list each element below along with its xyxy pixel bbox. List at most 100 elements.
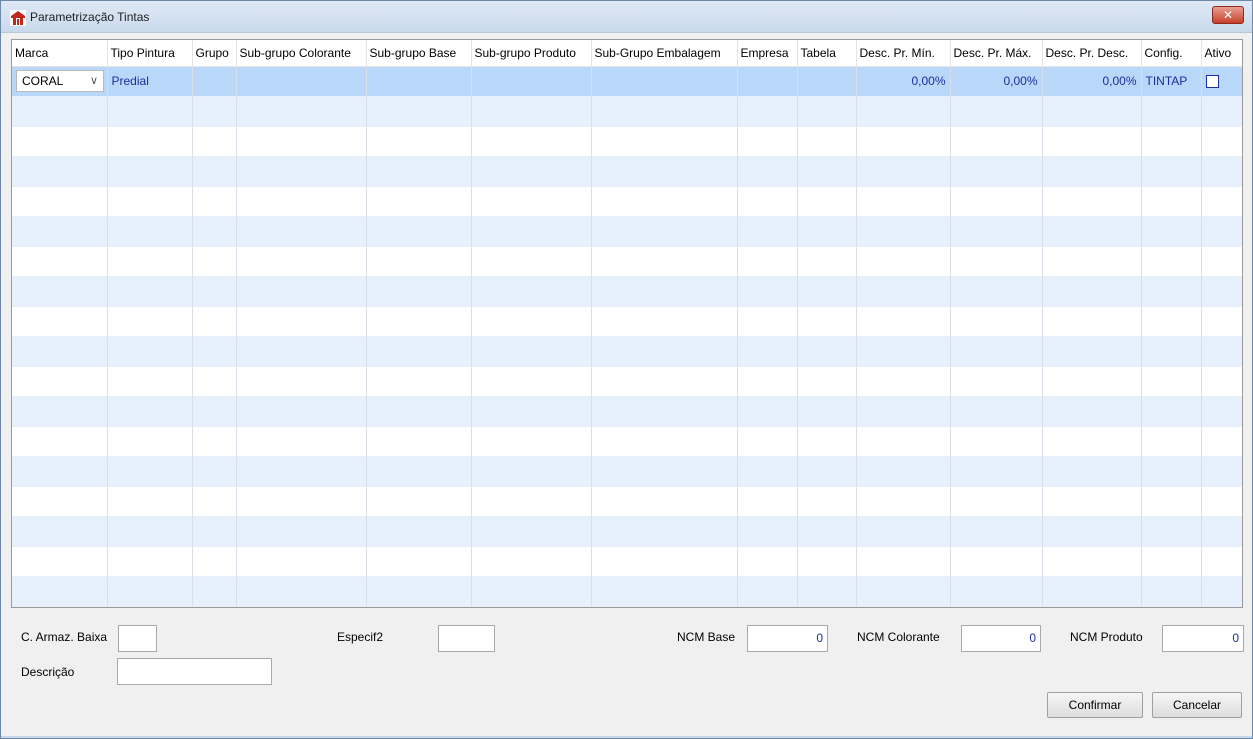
table-cell[interactable] xyxy=(236,456,367,487)
descricao-field[interactable] xyxy=(117,658,272,685)
table-cell[interactable] xyxy=(1042,156,1142,187)
table-cell[interactable] xyxy=(797,96,857,127)
table-cell[interactable] xyxy=(797,486,857,517)
table-cell[interactable] xyxy=(856,186,951,217)
table-cell[interactable] xyxy=(591,96,738,127)
table-cell[interactable] xyxy=(236,246,367,277)
empresa-cell[interactable] xyxy=(737,66,798,97)
table-cell[interactable] xyxy=(737,486,798,517)
table-cell[interactable] xyxy=(591,396,738,427)
table-cell[interactable] xyxy=(797,546,857,577)
table-cell[interactable] xyxy=(192,276,237,307)
table-cell[interactable] xyxy=(950,576,1043,607)
table-cell[interactable] xyxy=(1141,246,1202,277)
table-cell[interactable] xyxy=(591,306,738,337)
config-cell[interactable]: TINTAP xyxy=(1141,66,1202,97)
col-header-sub-grupo-produto[interactable]: Sub-grupo Produto xyxy=(471,40,592,67)
table-cell[interactable] xyxy=(950,246,1043,277)
table-cell[interactable] xyxy=(950,456,1043,487)
table-cell[interactable] xyxy=(797,516,857,547)
table-cell[interactable] xyxy=(950,276,1043,307)
table-cell[interactable] xyxy=(1042,276,1142,307)
table-cell[interactable] xyxy=(12,546,108,577)
table-cell[interactable] xyxy=(366,246,472,277)
table-cell[interactable] xyxy=(1042,426,1142,457)
desc-min-cell[interactable]: 0,00% xyxy=(856,66,951,97)
table-cell[interactable] xyxy=(366,216,472,247)
table-cell[interactable] xyxy=(366,456,472,487)
table-cell[interactable] xyxy=(192,486,237,517)
table-cell[interactable] xyxy=(856,576,951,607)
table-cell[interactable] xyxy=(591,456,738,487)
table-cell[interactable] xyxy=(192,126,237,157)
table-cell[interactable] xyxy=(471,396,592,427)
table-cell[interactable] xyxy=(192,546,237,577)
table-cell[interactable] xyxy=(1201,546,1242,577)
table-cell[interactable] xyxy=(737,366,798,397)
table-cell[interactable] xyxy=(471,426,592,457)
table-cell[interactable] xyxy=(12,366,108,397)
table-cell[interactable] xyxy=(192,426,237,457)
table-cell[interactable] xyxy=(471,246,592,277)
table-cell[interactable] xyxy=(1141,546,1202,577)
table-cell[interactable] xyxy=(1141,126,1202,157)
table-cell[interactable] xyxy=(12,246,108,277)
table-cell[interactable] xyxy=(737,576,798,607)
table-cell[interactable] xyxy=(950,96,1043,127)
table-row[interactable] xyxy=(12,186,1242,217)
table-cell[interactable] xyxy=(591,426,738,457)
table-cell[interactable] xyxy=(471,516,592,547)
table-cell[interactable] xyxy=(236,96,367,127)
table-cell[interactable] xyxy=(12,96,108,127)
c-armaz-baixa-field[interactable] xyxy=(118,625,157,652)
table-cell[interactable] xyxy=(1141,486,1202,517)
col-header-config[interactable]: Config. xyxy=(1141,40,1202,67)
table-cell[interactable] xyxy=(591,576,738,607)
table-cell[interactable] xyxy=(737,396,798,427)
table-cell[interactable] xyxy=(1042,546,1142,577)
table-cell[interactable] xyxy=(192,306,237,337)
table-cell[interactable] xyxy=(1201,396,1242,427)
table-cell[interactable] xyxy=(236,396,367,427)
table-cell[interactable] xyxy=(797,306,857,337)
table-cell[interactable] xyxy=(366,276,472,307)
table-cell[interactable] xyxy=(591,126,738,157)
table-cell[interactable] xyxy=(737,336,798,367)
col-header-ativo[interactable]: Ativo xyxy=(1201,40,1242,67)
table-cell[interactable] xyxy=(1042,96,1142,127)
table-cell[interactable] xyxy=(236,306,367,337)
table-cell[interactable] xyxy=(1201,486,1242,517)
desc-desc-cell[interactable]: 0,00% xyxy=(1042,66,1142,97)
table-cell[interactable] xyxy=(1141,366,1202,397)
table-cell[interactable] xyxy=(856,336,951,367)
table-row[interactable] xyxy=(12,486,1242,517)
table-cell[interactable] xyxy=(1201,276,1242,307)
table-cell[interactable] xyxy=(366,576,472,607)
table-cell[interactable] xyxy=(107,96,193,127)
table-cell[interactable] xyxy=(856,276,951,307)
table-cell[interactable] xyxy=(856,246,951,277)
table-cell[interactable] xyxy=(856,546,951,577)
table-cell[interactable] xyxy=(950,396,1043,427)
table-cell[interactable] xyxy=(12,396,108,427)
especif2-field[interactable] xyxy=(438,625,495,652)
table-cell[interactable] xyxy=(12,486,108,517)
table-cell[interactable] xyxy=(107,486,193,517)
table-cell[interactable] xyxy=(366,156,472,187)
table-cell[interactable] xyxy=(107,276,193,307)
col-header-sub-grupo-base[interactable]: Sub-grupo Base xyxy=(366,40,472,67)
table-cell[interactable] xyxy=(366,186,472,217)
table-cell[interactable] xyxy=(1201,516,1242,547)
table-row[interactable] xyxy=(12,426,1242,457)
table-cell[interactable] xyxy=(1201,366,1242,397)
table-cell[interactable] xyxy=(856,456,951,487)
table-cell[interactable] xyxy=(1042,306,1142,337)
table-row[interactable] xyxy=(12,546,1242,577)
table-cell[interactable] xyxy=(1042,576,1142,607)
table-cell[interactable] xyxy=(471,216,592,247)
table-cell[interactable] xyxy=(192,336,237,367)
table-cell[interactable] xyxy=(797,216,857,247)
marca-cell[interactable]: CORAL ∨ xyxy=(12,66,108,97)
table-cell[interactable] xyxy=(471,156,592,187)
table-cell[interactable] xyxy=(1042,486,1142,517)
